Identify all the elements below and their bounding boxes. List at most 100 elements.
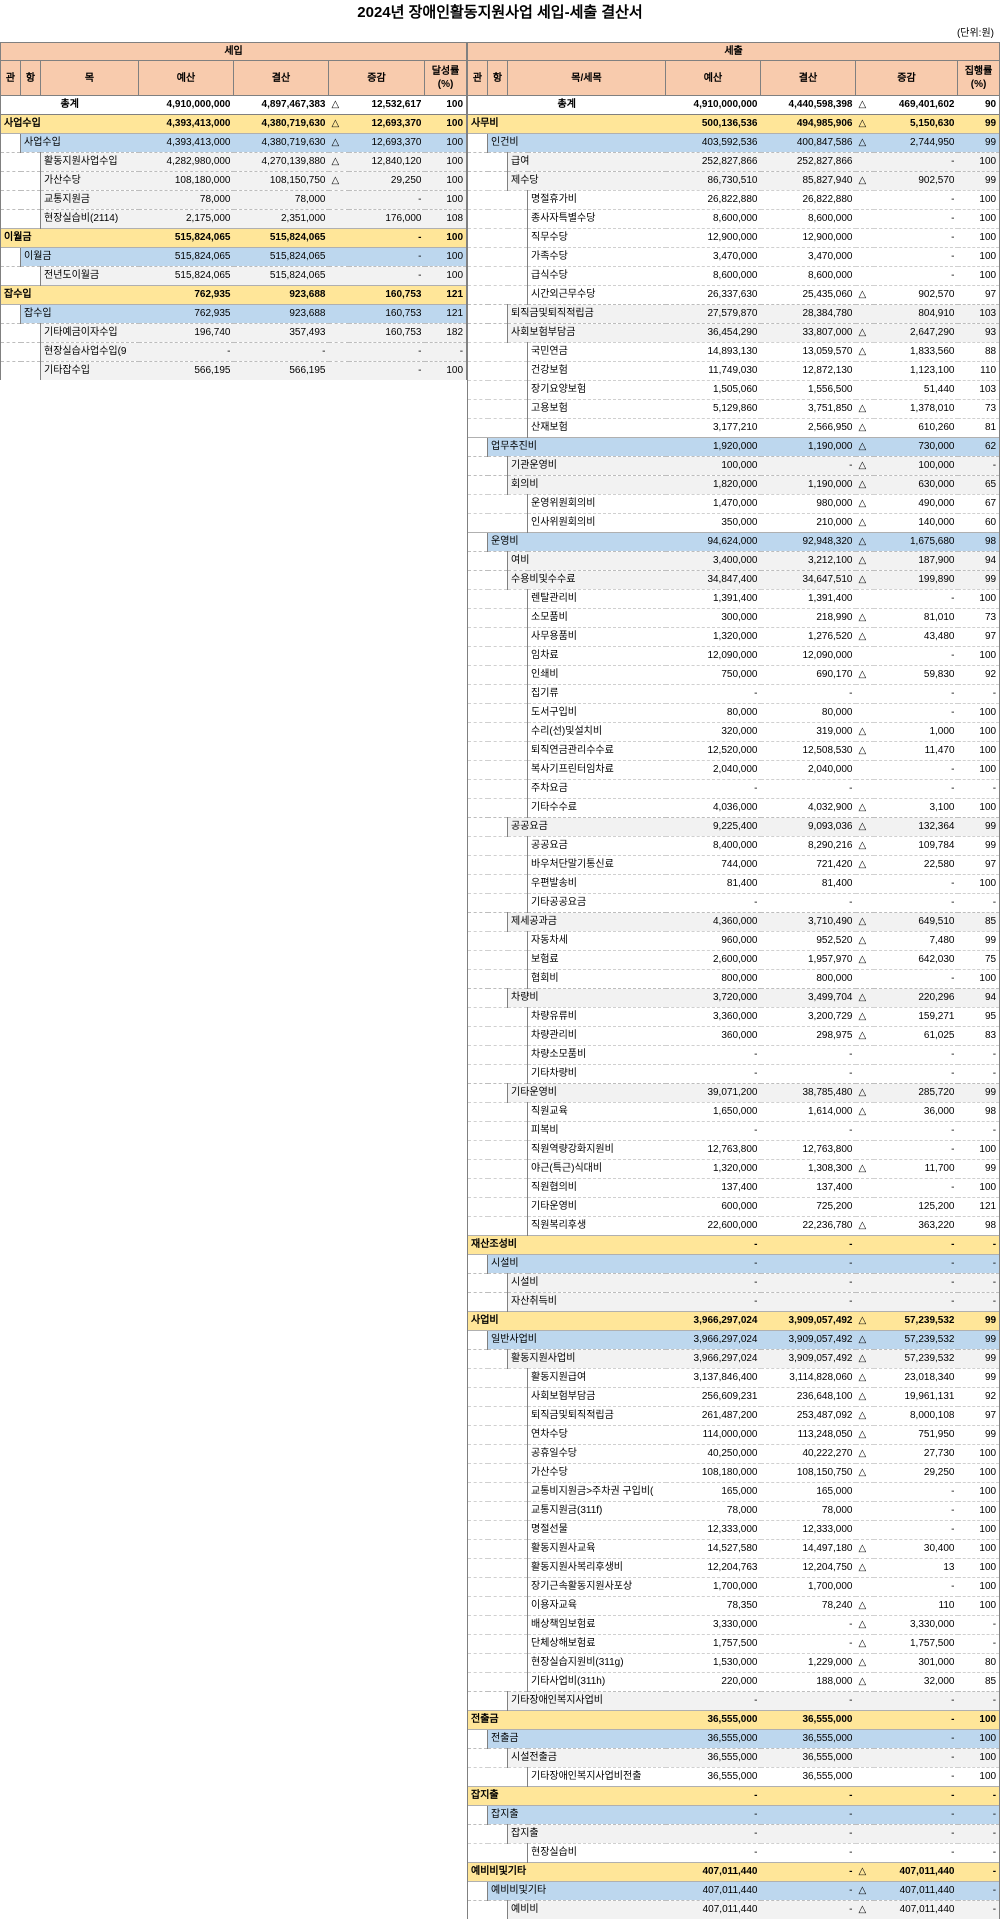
row-settle: 12,204,750 <box>761 1559 856 1578</box>
row-rate: 121 <box>425 305 467 324</box>
row-settle: 9,093,036 <box>761 818 856 837</box>
row-rate: 100 <box>425 172 467 191</box>
row-label: 인사위원회의비 <box>528 514 666 533</box>
row-decrease-mark: △ <box>856 1654 874 1673</box>
row-settle: 923,688 <box>234 286 329 305</box>
table-row: 사회보험부담금256,609,231236,648,100△19,961,131… <box>468 1388 1000 1407</box>
table-row: 기관운영비100,000-△100,000- <box>468 457 1000 476</box>
indent-cell <box>488 628 508 647</box>
row-budget: 252,827,866 <box>666 153 761 172</box>
row-label: 잡수입 <box>21 305 139 324</box>
row-settle: 494,985,906 <box>761 115 856 134</box>
row-settle: - <box>761 1616 856 1635</box>
table-row: 공공요금8,400,0008,290,216△109,78499 <box>468 837 1000 856</box>
total-decrease-mark: △ <box>329 96 349 115</box>
table-row: 직원협의비137,400137,400-100 <box>468 1179 1000 1198</box>
row-budget: 1,820,000 <box>666 476 761 495</box>
row-label: 급식수당 <box>528 267 666 286</box>
indent-cell <box>468 1559 488 1578</box>
row-rate: 100 <box>958 1521 1000 1540</box>
row-label: 우편발송비 <box>528 875 666 894</box>
row-settle: 13,059,570 <box>761 343 856 362</box>
row-budget: 403,592,536 <box>666 134 761 153</box>
indent-cell <box>508 400 528 419</box>
row-diff: 160,753 <box>349 286 425 305</box>
indent-cell <box>508 248 528 267</box>
table-row: 운영비94,624,00092,948,320△1,675,68098 <box>468 533 1000 552</box>
row-rate: 99 <box>958 134 1000 153</box>
row-label: 직무수당 <box>528 229 666 248</box>
row-label: 일반사업비 <box>488 1331 666 1350</box>
row-diff: 407,011,440 <box>874 1882 958 1901</box>
row-label: 산재보험 <box>528 419 666 438</box>
row-budget: 3,400,000 <box>666 552 761 571</box>
row-label: 활동지원사업수입 <box>41 153 139 172</box>
row-settle: 113,248,050 <box>761 1426 856 1445</box>
indent-cell <box>468 286 488 305</box>
row-diff: 160,753 <box>349 305 425 324</box>
row-settle: 25,435,060 <box>761 286 856 305</box>
row-rate: 100 <box>425 153 467 172</box>
expense-section-header: 세출 <box>468 43 1000 61</box>
row-label: 도서구입비 <box>528 704 666 723</box>
row-label: 명절선물 <box>528 1521 666 1540</box>
indent-cell <box>468 381 488 400</box>
row-settle: 14,497,180 <box>761 1540 856 1559</box>
row-budget: 14,527,580 <box>666 1540 761 1559</box>
indent-cell <box>508 1635 528 1654</box>
indent-cell <box>488 1901 508 1919</box>
row-rate: 100 <box>958 248 1000 267</box>
row-rate: - <box>958 1863 1000 1882</box>
row-diff: - <box>874 1825 958 1844</box>
indent-cell <box>468 742 488 761</box>
row-diff: - <box>874 1179 958 1198</box>
row-label: 기타예금이자수입 <box>41 324 139 343</box>
indent-cell <box>508 1578 528 1597</box>
row-budget: 22,600,000 <box>666 1217 761 1236</box>
row-budget: 80,000 <box>666 704 761 723</box>
row-budget: 3,470,000 <box>666 248 761 267</box>
indent-cell <box>488 1274 508 1293</box>
indent-cell <box>508 1065 528 1084</box>
row-decrease-mark: △ <box>856 989 874 1008</box>
row-budget: 3,966,297,024 <box>666 1312 761 1331</box>
row-decrease-mark: △ <box>856 1863 874 1882</box>
row-label: 기타수수료 <box>528 799 666 818</box>
row-label: 이월금 <box>1 229 139 248</box>
indent-cell <box>468 704 488 723</box>
row-decrease-mark: △ <box>856 1540 874 1559</box>
indent-cell <box>488 229 508 248</box>
row-label: 가산수당 <box>528 1464 666 1483</box>
row-budget: 8,600,000 <box>666 267 761 286</box>
row-settle: - <box>761 894 856 913</box>
row-decrease-mark <box>329 286 349 305</box>
row-decrease-mark: △ <box>856 932 874 951</box>
row-diff: 804,910 <box>874 305 958 324</box>
indent-cell <box>468 818 488 837</box>
indent-cell <box>468 210 488 229</box>
row-rate: 100 <box>958 970 1000 989</box>
indent-cell <box>468 1065 488 1084</box>
table-row: 이월금515,824,065515,824,065-100 <box>1 229 467 248</box>
indent-cell <box>488 343 508 362</box>
row-diff: 29,250 <box>874 1464 958 1483</box>
table-row: 임차료12,090,00012,090,000-100 <box>468 647 1000 666</box>
indent-cell <box>508 837 528 856</box>
row-settle: 1,700,000 <box>761 1578 856 1597</box>
row-settle: 3,212,100 <box>761 552 856 571</box>
indent-cell <box>468 1046 488 1065</box>
indent-cell <box>508 1559 528 1578</box>
row-decrease-mark <box>856 894 874 913</box>
row-decrease-mark <box>329 267 349 286</box>
row-budget: 515,824,065 <box>139 267 234 286</box>
row-diff: 57,239,532 <box>874 1312 958 1331</box>
total-budget: 4,910,000,000 <box>666 96 761 115</box>
indent-cell <box>468 799 488 818</box>
header-diff: 증감 <box>329 61 425 96</box>
row-budget: 1,470,000 <box>666 495 761 514</box>
indent-cell <box>488 932 508 951</box>
row-label: 렌탈관리비 <box>528 590 666 609</box>
row-decrease-mark <box>856 1236 874 1255</box>
indent-cell <box>468 1654 488 1673</box>
table-row: 활동지원사업비3,966,297,0243,909,057,492△57,239… <box>468 1350 1000 1369</box>
